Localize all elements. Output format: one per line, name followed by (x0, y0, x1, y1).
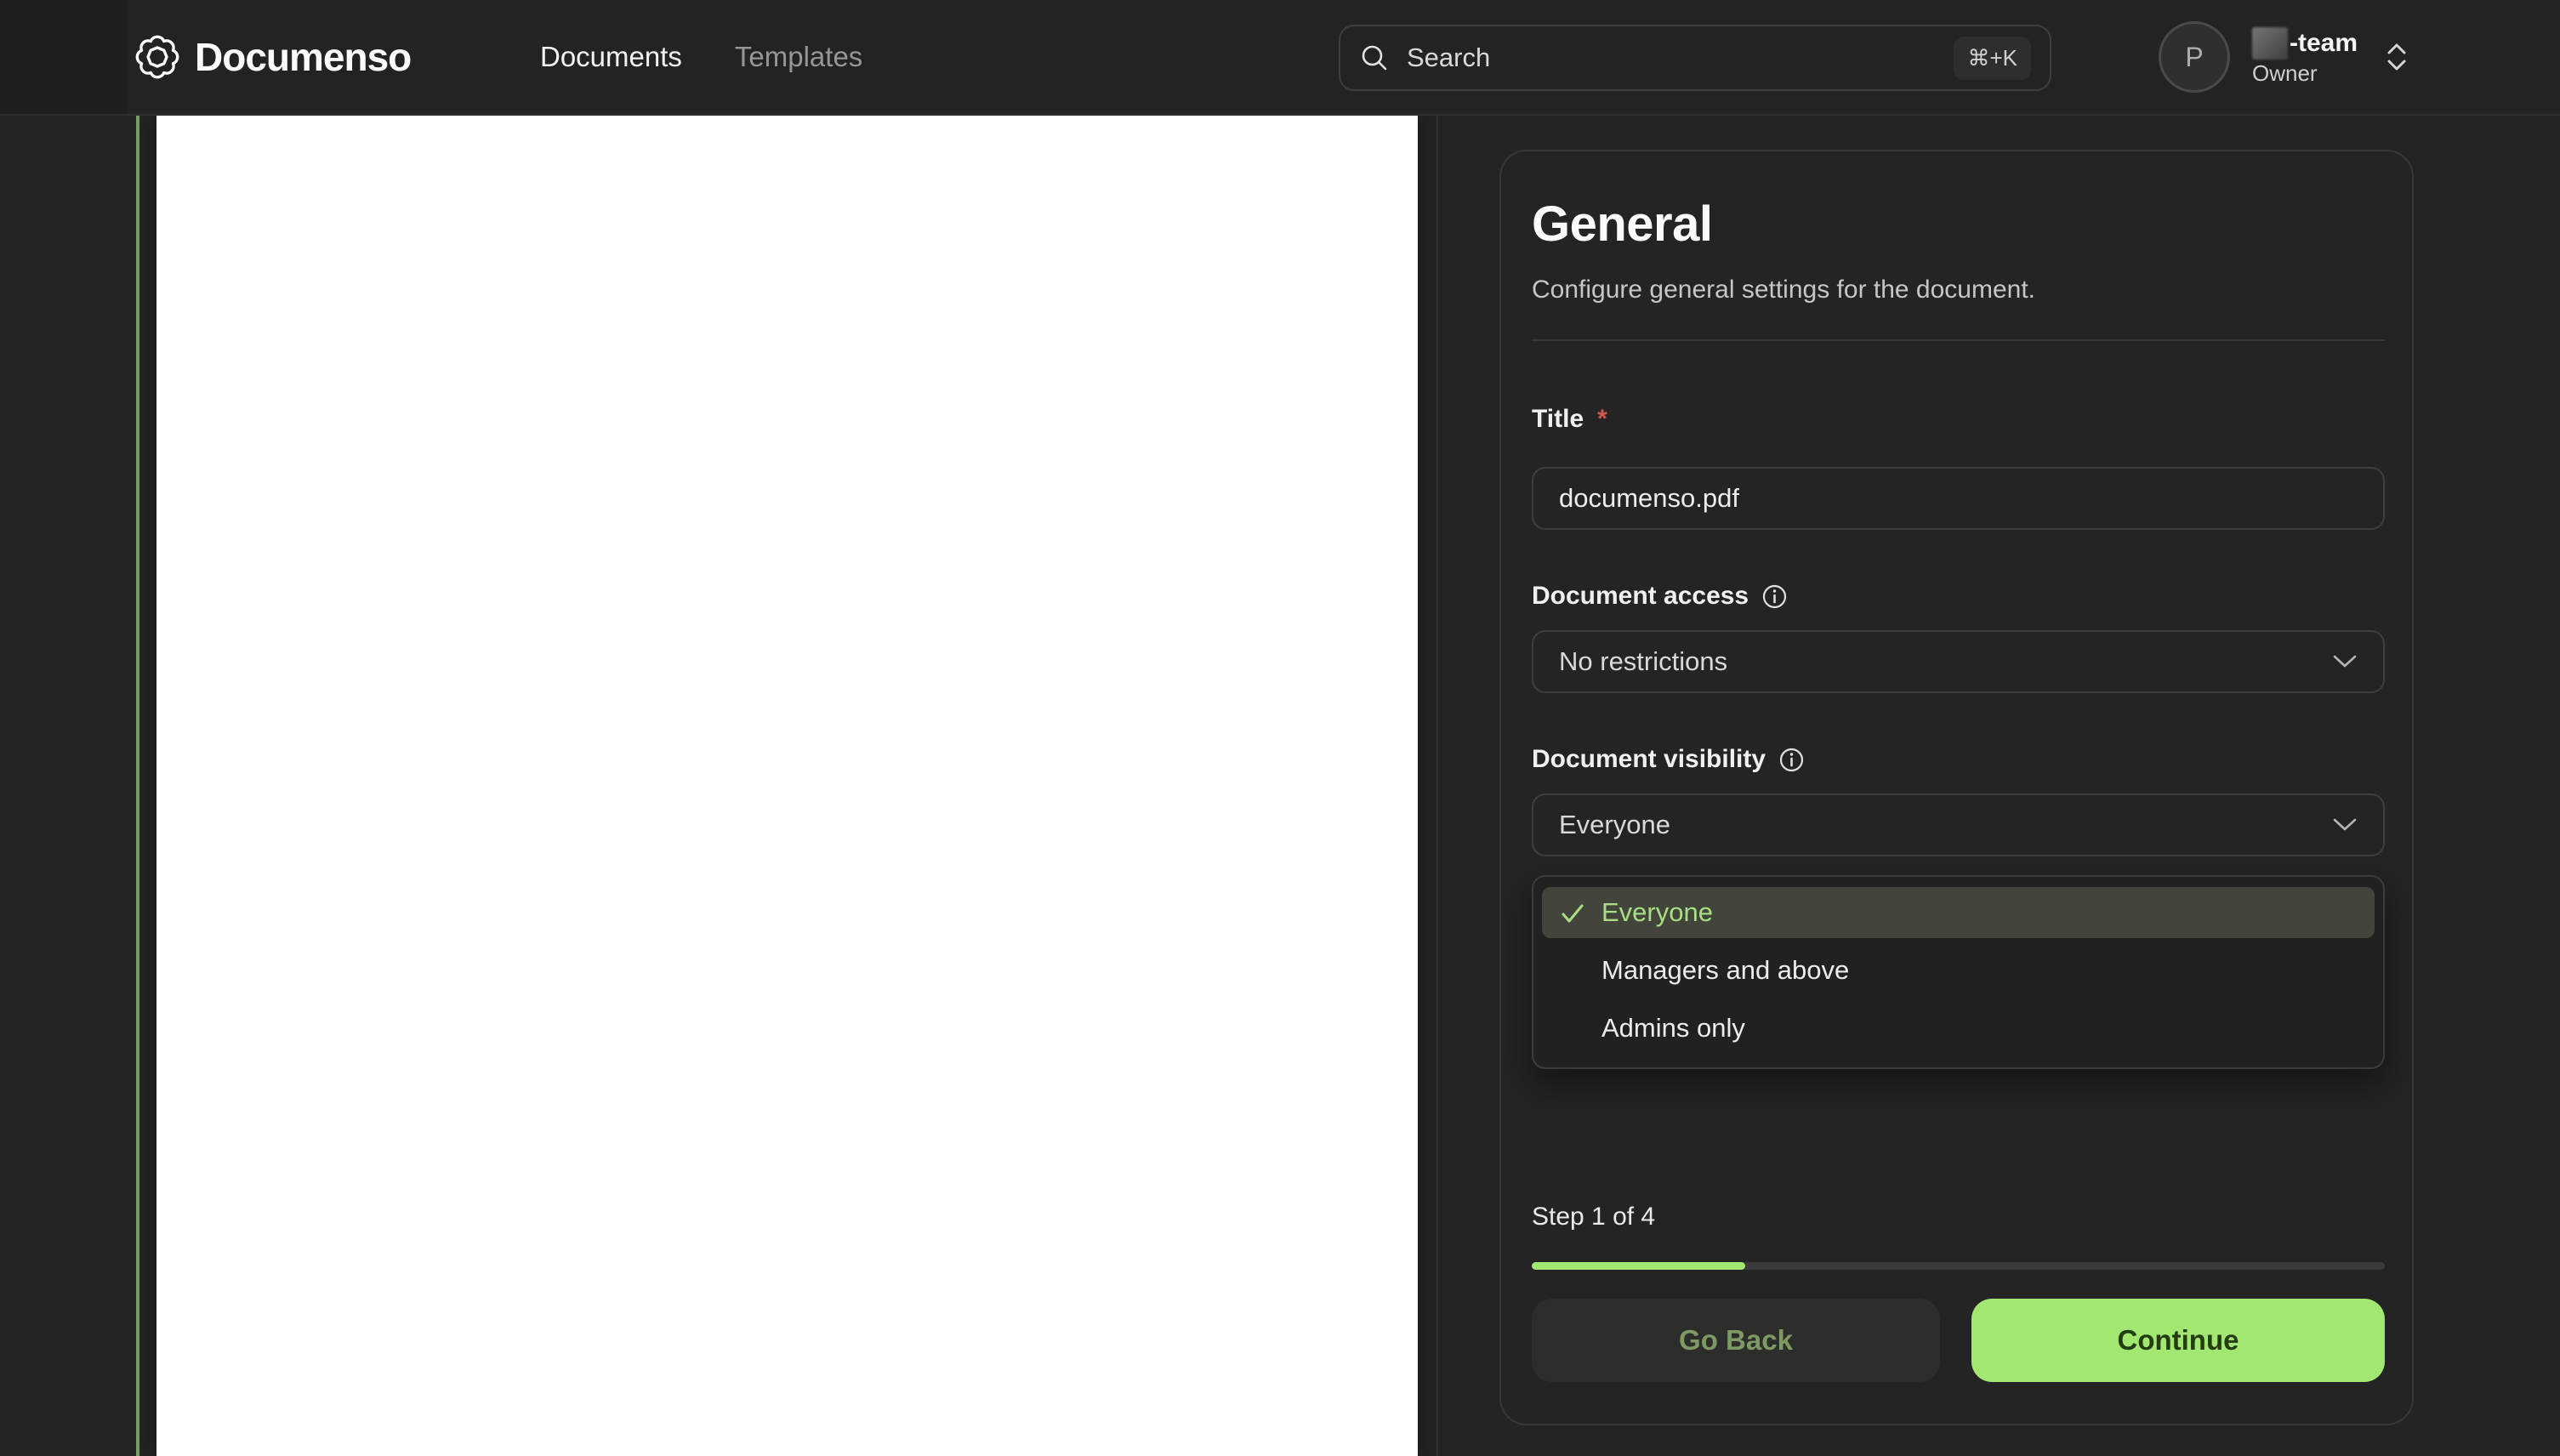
account-text: -team Owner (2252, 26, 2358, 88)
title-field-label: Title * (1532, 405, 1607, 434)
documenso-logo-icon (134, 33, 181, 81)
dropdown-option-label: Everyone (1601, 897, 1713, 927)
navbar-left-shade (0, 0, 128, 114)
chevron-down-icon (2332, 654, 2358, 669)
document-access-label: Document access (1532, 582, 1787, 611)
search-shortcut-badge: ⌘+K (1954, 36, 2031, 80)
document-access-select[interactable]: No restrictions (1532, 630, 2385, 693)
chevron-up-down-icon (2385, 41, 2409, 73)
team-name: -team (2252, 26, 2358, 60)
card-subtitle: Configure general settings for the docum… (1532, 276, 2036, 304)
chevron-down-icon (2332, 817, 2358, 833)
go-back-button[interactable]: Go Back (1532, 1299, 1940, 1382)
dropdown-option-everyone[interactable]: Everyone (1542, 887, 2375, 938)
search-icon (1359, 43, 1390, 73)
title-input-wrapper (1532, 467, 2385, 530)
dropdown-option-managers[interactable]: Managers and above (1542, 945, 2375, 996)
info-icon[interactable] (1779, 748, 1804, 772)
document-visibility-label: Document visibility (1532, 745, 1804, 774)
top-navbar: Documenso Documents Templates ⌘+K P -tea… (0, 0, 2560, 116)
team-account-menu[interactable]: P -team Owner (2159, 21, 2409, 93)
nav-item-documents[interactable]: Documents (540, 41, 682, 73)
content-vertical-divider (1436, 116, 1438, 1456)
redacted-team-name (2252, 26, 2288, 60)
logo-wordmark: Documenso (195, 35, 412, 79)
main-nav: Documents Templates (540, 0, 862, 114)
global-search[interactable]: ⌘+K (1339, 25, 2051, 91)
title-input[interactable] (1559, 483, 2358, 514)
card-title: General (1532, 196, 1713, 252)
document-visibility-label-text: Document visibility (1532, 745, 1766, 773)
document-accent-line (136, 116, 139, 1456)
avatar[interactable]: P (2159, 21, 2230, 93)
team-name-suffix: -team (2290, 29, 2358, 57)
dropdown-option-label: Admins only (1601, 1013, 1745, 1043)
card-divider (1532, 339, 2385, 341)
document-visibility-select[interactable]: Everyone (1532, 793, 2385, 856)
account-role: Owner (2252, 60, 2318, 86)
step-indicator: Step 1 of 4 (1532, 1203, 1656, 1231)
step-progress-fill (1532, 1262, 1745, 1270)
document-access-label-text: Document access (1532, 582, 1749, 610)
nav-item-templates[interactable]: Templates (735, 41, 862, 73)
visibility-dropdown-menu: Everyone Managers and above Admins only (1532, 875, 2385, 1069)
info-icon[interactable] (1762, 584, 1787, 609)
document-access-value: No restrictions (1559, 646, 1728, 676)
check-icon (1559, 900, 1586, 927)
required-asterisk: * (1597, 405, 1607, 433)
dropdown-option-label: Managers and above (1601, 955, 1850, 985)
document-visibility-value: Everyone (1559, 810, 1670, 839)
documenso-logo[interactable]: Documenso (134, 0, 412, 114)
dropdown-option-admins[interactable]: Admins only (1542, 1003, 2375, 1054)
search-input[interactable] (1407, 43, 1937, 73)
title-label-text: Title (1532, 405, 1584, 433)
document-page-preview (156, 116, 1418, 1456)
general-settings-card: General Configure general settings for t… (1499, 150, 2414, 1425)
continue-button[interactable]: Continue (1971, 1299, 2385, 1382)
step-progress-track (1532, 1262, 2385, 1270)
